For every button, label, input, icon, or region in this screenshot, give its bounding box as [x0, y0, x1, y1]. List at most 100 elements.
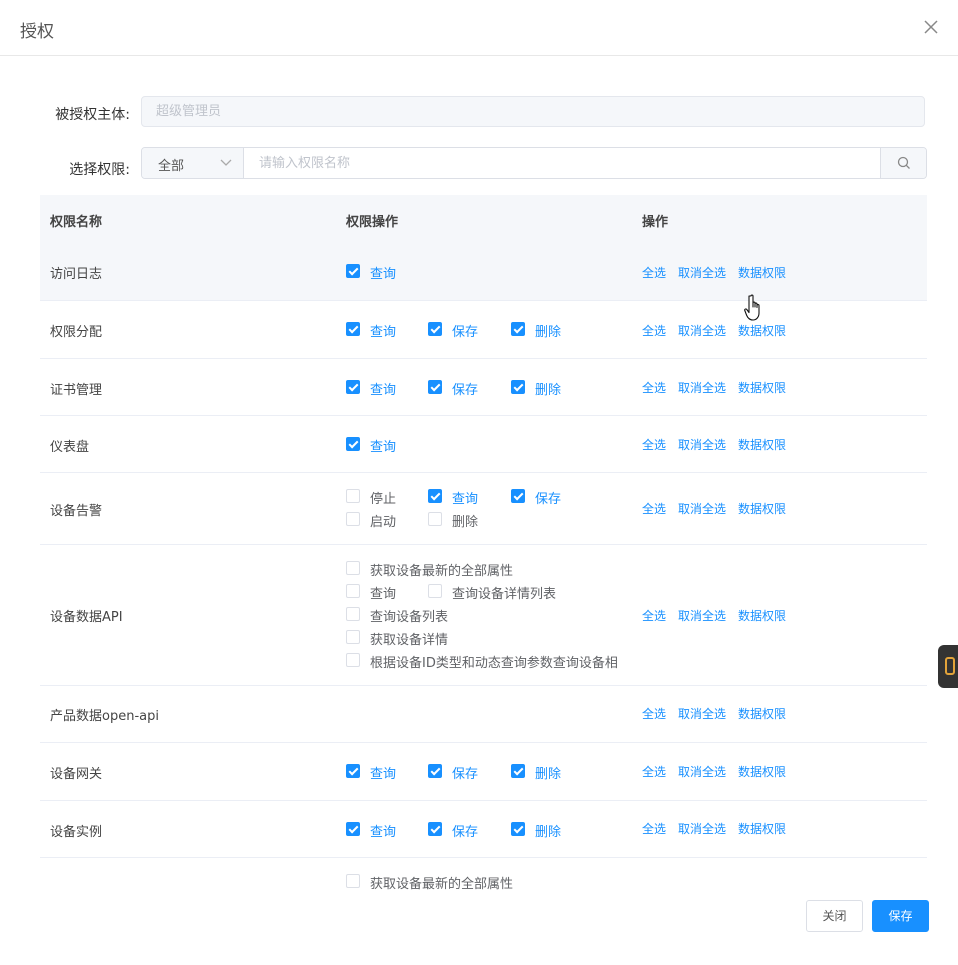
permission-label: 获取设备最新的全部属性: [370, 564, 514, 579]
column-header-ops: 操作: [642, 215, 669, 230]
close-button[interactable]: 关闭: [806, 900, 863, 932]
checkbox-icon: [346, 512, 360, 526]
data-permission-link[interactable]: 数据权限: [738, 765, 786, 779]
permission-label: 删除: [535, 825, 562, 840]
data-permission-link[interactable]: 数据权限: [738, 266, 786, 280]
checkbox-icon: [346, 874, 360, 888]
permission-label: 删除: [535, 383, 562, 398]
select-all-link[interactable]: 全选: [642, 381, 666, 395]
save-button[interactable]: 保存: [872, 900, 929, 932]
permission-label: 查询: [370, 383, 397, 398]
checkbox-icon: [346, 764, 360, 778]
checkbox-icon: [428, 584, 442, 598]
close-icon[interactable]: [920, 16, 942, 38]
permission-label: 查询: [370, 825, 397, 840]
deselect-all-link[interactable]: 取消全选: [678, 438, 726, 452]
data-permission-link[interactable]: 数据权限: [738, 438, 786, 452]
table-row: 设备数据API 获取设备最新的全部属性 查询 查询设备详情列表 查询设备列表 获取设备详情…: [40, 545, 927, 686]
permission-label: 删除: [535, 767, 562, 782]
checkbox-icon: [511, 322, 525, 336]
column-header-name: 权限名称: [50, 215, 103, 230]
data-permission-link[interactable]: 数据权限: [738, 609, 786, 623]
checkbox-icon: [346, 584, 360, 598]
table-header: 权限名称 权限操作 操作: [40, 195, 927, 244]
deselect-all-link[interactable]: 取消全选: [678, 266, 726, 280]
checkbox-icon: [346, 437, 360, 451]
table-row: 证书管理 查询 保存 删除 全选 取消全选 数据权限: [40, 359, 927, 416]
permission-label: 删除: [452, 515, 479, 530]
permission-label: 查询设备列表: [370, 610, 449, 625]
checkbox-icon: [428, 489, 442, 503]
table-row: 访问日志 查询 全选 取消全选 数据权限: [40, 243, 927, 301]
subject-label: 被授权主体:: [55, 107, 130, 123]
permission-table: 权限名称 权限操作 操作 访问日志 查询 全选 取消全选 数据权限 权限分配 查询 保存 删除全…: [40, 195, 927, 890]
deselect-all-link[interactable]: 取消全选: [678, 324, 726, 338]
select-all-link[interactable]: 全选: [642, 438, 666, 452]
data-permission-link[interactable]: 数据权限: [738, 822, 786, 836]
deselect-all-link[interactable]: 取消全选: [678, 381, 726, 395]
deselect-all-link[interactable]: 取消全选: [678, 822, 726, 836]
side-tool-handle[interactable]: [938, 645, 958, 688]
select-all-link[interactable]: 全选: [642, 765, 666, 779]
filter-label: 选择权限:: [69, 162, 130, 178]
data-permission-link[interactable]: 数据权限: [738, 324, 786, 338]
select-all-link[interactable]: 全选: [642, 707, 666, 721]
permission-label: 停止: [370, 492, 397, 507]
deselect-all-link[interactable]: 取消全选: [678, 609, 726, 623]
row-name: 设备告警: [50, 504, 103, 519]
checkbox-icon: [346, 561, 360, 575]
dialog-header: 授权: [0, 0, 958, 56]
deselect-all-link[interactable]: 取消全选: [678, 707, 726, 721]
chevron-down-icon: [220, 159, 232, 166]
search-button[interactable]: [880, 148, 926, 178]
row-operations: 全选 取消全选 数据权限: [642, 322, 798, 339]
checkbox-icon: [428, 764, 442, 778]
data-permission-link[interactable]: 数据权限: [738, 381, 786, 395]
checkbox-icon: [346, 322, 360, 336]
permission-label: 查询: [370, 767, 397, 782]
checkbox-icon: [428, 822, 442, 836]
checkbox-icon: [346, 822, 360, 836]
table-row: 设备网关 查询 保存 删除 全选 取消全选 数据权限: [40, 743, 927, 801]
table-row: 仪表盘 查询 全选 取消全选 数据权限: [40, 416, 927, 473]
permission-filter-select[interactable]: 全部: [142, 148, 244, 178]
permission-label: 保存: [452, 383, 479, 398]
row-name: 证书管理: [50, 383, 103, 398]
deselect-all-link[interactable]: 取消全选: [678, 765, 726, 779]
table-row: 权限分配 查询 保存 删除 全选 取消全选 数据权限: [40, 301, 927, 359]
row-name: 仪表盘: [50, 440, 90, 455]
table-row: 设备实例 查询 保存 删除 全选 取消全选 数据权限: [40, 801, 927, 858]
table-row: 获取设备最新的全部属性: [40, 858, 927, 890]
permission-search-input[interactable]: [245, 148, 880, 178]
select-all-link[interactable]: 全选: [642, 324, 666, 338]
select-all-link[interactable]: 全选: [642, 502, 666, 516]
checkbox-icon: [346, 489, 360, 503]
checkbox-icon: [346, 264, 360, 278]
checkbox-icon: [346, 653, 360, 667]
authorization-dialog: 授权 被授权主体: 超级管理员 选择权限: 全部 权限名称 权限操作 操作: [0, 0, 958, 965]
permission-label: 查询: [370, 440, 397, 455]
permission-label: 查询: [452, 492, 479, 507]
row-operations: 全选 取消全选 数据权限: [642, 705, 798, 722]
select-all-link[interactable]: 全选: [642, 609, 666, 623]
row-operations: 全选 取消全选 数据权限: [642, 763, 798, 780]
deselect-all-link[interactable]: 取消全选: [678, 502, 726, 516]
permission-label: 查询: [370, 267, 397, 282]
checkbox-icon: [428, 512, 442, 526]
row-name: 设备实例: [50, 825, 103, 840]
select-all-link[interactable]: 全选: [642, 266, 666, 280]
side-tool-icon: [945, 657, 955, 675]
permission-label: 删除: [535, 325, 562, 340]
permission-label: 查询: [370, 587, 397, 602]
data-permission-link[interactable]: 数据权限: [738, 707, 786, 721]
permission-label: 根据设备ID类型和动态查询参数查询设备相: [370, 656, 618, 671]
column-header-actions: 权限操作: [346, 215, 399, 230]
row-operations: 全选 取消全选 数据权限: [642, 436, 798, 453]
checkbox-icon: [511, 764, 525, 778]
data-permission-link[interactable]: 数据权限: [738, 502, 786, 516]
permission-label: 保存: [535, 492, 562, 507]
row-name: 设备数据API: [50, 610, 123, 625]
select-all-link[interactable]: 全选: [642, 822, 666, 836]
checkbox-icon: [511, 489, 525, 503]
permission-label: 保存: [452, 325, 479, 340]
